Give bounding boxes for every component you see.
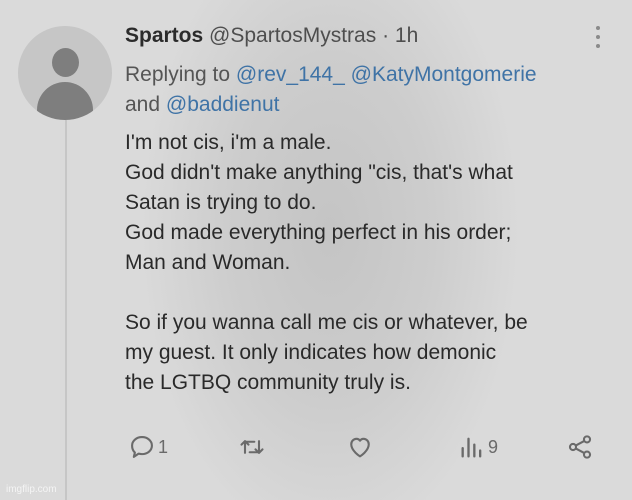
tweet-body: I'm not cis, i'm a male. God didn't make… bbox=[125, 128, 620, 398]
mention-link[interactable]: @rev_144_ bbox=[236, 63, 345, 86]
tweet-text-line: Man and Woman. bbox=[125, 251, 291, 274]
tweet-text-line: So if you wanna call me cis or whatever,… bbox=[125, 311, 528, 334]
avatar[interactable] bbox=[18, 26, 112, 120]
mention-link[interactable]: @baddienut bbox=[166, 93, 280, 116]
reply-icon bbox=[131, 436, 153, 458]
share-icon bbox=[568, 435, 592, 459]
avatar-shoulders bbox=[37, 82, 93, 120]
action-bar: 1 9 bbox=[0, 433, 632, 473]
tweet-text-line: I'm not cis, i'm a male. bbox=[125, 131, 332, 154]
retweet-button[interactable] bbox=[238, 433, 268, 461]
separator: · bbox=[382, 24, 390, 47]
like-button[interactable] bbox=[346, 433, 376, 461]
like-icon bbox=[350, 437, 370, 458]
tweet-text-line: my guest. It only indicates how demonic bbox=[125, 341, 497, 364]
tweet-text-blank bbox=[125, 278, 620, 308]
timestamp[interactable]: 1h bbox=[395, 24, 418, 47]
display-name[interactable]: Spartos bbox=[125, 24, 203, 47]
handle[interactable]: @SpartosMystras bbox=[209, 24, 376, 47]
tweet-text-line: God made everything perfect in his order… bbox=[125, 221, 512, 244]
avatar-head bbox=[52, 48, 79, 77]
retweet-icon bbox=[240, 440, 264, 454]
tweet-text-line: the LGTBQ community truly is. bbox=[125, 371, 411, 394]
views-icon bbox=[461, 437, 482, 458]
more-icon[interactable] bbox=[593, 26, 603, 48]
mention-link[interactable]: @KatyMontgomerie bbox=[351, 63, 537, 86]
views-count: 9 bbox=[488, 436, 499, 457]
reply-button[interactable]: 1 bbox=[128, 433, 168, 461]
views-button[interactable]: 9 bbox=[458, 433, 498, 461]
reply-count: 1 bbox=[158, 436, 169, 457]
replying-to-label: Replying to bbox=[125, 63, 231, 86]
replying-to: Replying to @rev_144_ @KatyMontgomerie a… bbox=[125, 60, 615, 120]
mention-joiner: and bbox=[125, 93, 161, 116]
tweet-text-line: Satan is trying to do. bbox=[125, 191, 317, 214]
tweet-header: Spartos @SpartosMystras · 1h bbox=[125, 24, 418, 48]
watermark: imgflip.com bbox=[6, 484, 57, 495]
tweet-text-line: God didn't make anything "cis, that's wh… bbox=[125, 161, 513, 184]
share-button[interactable] bbox=[566, 433, 594, 461]
